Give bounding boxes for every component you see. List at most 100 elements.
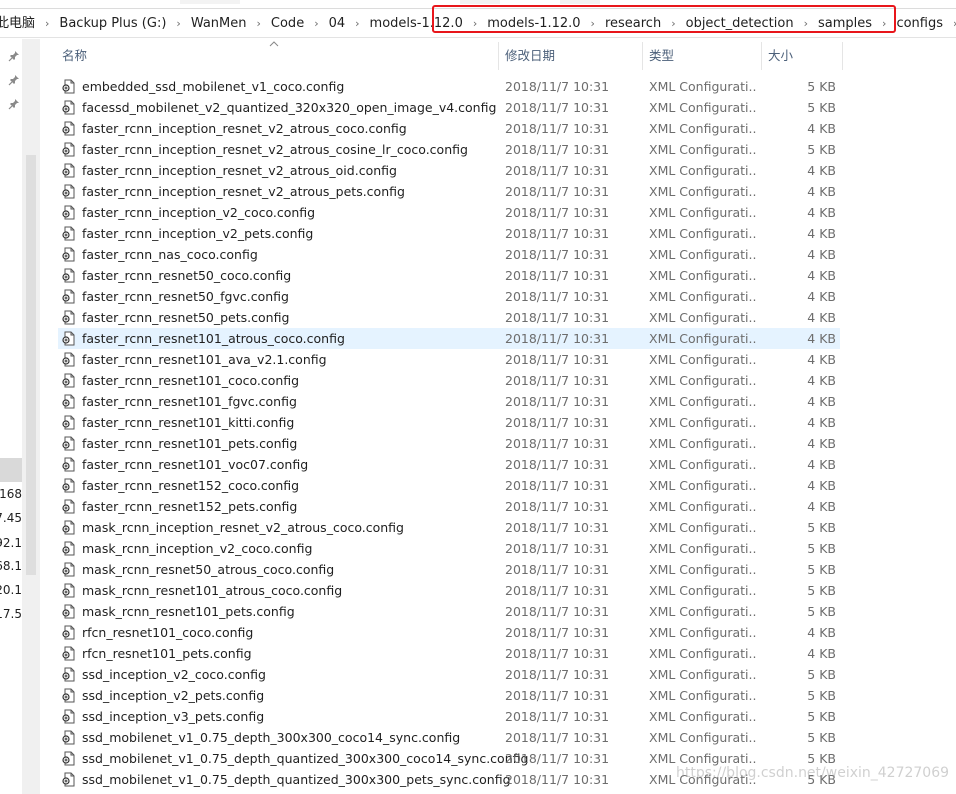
file-row[interactable]: faster_rcnn_resnet101_ava_v2.1.config 201… (58, 349, 840, 370)
navigation-scrollbar-thumb[interactable] (26, 155, 36, 575)
file-row[interactable]: faster_rcnn_resnet50_coco.config 2018/11/… (58, 265, 840, 286)
nav-item-label[interactable]: 168. (0, 487, 22, 501)
breadcrumb-item[interactable]: 04 (323, 9, 352, 38)
config-file-icon (62, 709, 76, 724)
file-row[interactable]: faster_rcnn_resnet101_fgvc.config 2018/11… (58, 391, 840, 412)
file-row[interactable]: rfcn_resnet101_pets.config 2018/11/7 10:3… (58, 643, 840, 664)
file-row[interactable]: mask_rcnn_inception_v2_coco.config 2018/1… (58, 538, 840, 559)
file-name: mask_rcnn_inception_v2_coco.config (82, 541, 313, 556)
breadcrumb-chevron-icon[interactable]: › (172, 9, 184, 38)
file-name: ssd_mobilenet_v1_0.75_depth_quantized_30… (82, 772, 511, 787)
breadcrumb-item[interactable]: samples (812, 9, 878, 38)
file-type: XML Configurati... (649, 331, 757, 346)
file-name: faster_rcnn_resnet101_fgvc.config (82, 394, 297, 409)
file-row[interactable]: ssd_inception_v2_coco.config 2018/11/7 10… (58, 664, 840, 685)
file-row[interactable]: faster_rcnn_inception_v2_coco.config 2018… (58, 202, 840, 223)
column-divider[interactable] (642, 42, 643, 70)
file-modified-date: 2018/11/7 10:31 (505, 730, 610, 745)
file-row[interactable]: rfcn_resnet101_coco.config 2018/11/7 10:3… (58, 622, 840, 643)
file-row[interactable]: faster_rcnn_resnet101_kitti.config 2018/1… (58, 412, 840, 433)
file-name: mask_rcnn_inception_resnet_v2_atrous_coc… (82, 520, 404, 535)
breadcrumb-chevron-icon[interactable]: › (41, 9, 53, 38)
file-row[interactable]: faster_rcnn_inception_v2_pets.config 2018… (58, 223, 840, 244)
nav-item-selected[interactable] (0, 458, 22, 482)
file-row[interactable]: mask_rcnn_resnet50_atrous_coco.config 201… (58, 559, 840, 580)
breadcrumb-item[interactable]: object_detection (680, 9, 800, 38)
file-row[interactable]: faster_rcnn_resnet101_pets.config 2018/11… (58, 433, 840, 454)
breadcrumb-chevron-icon[interactable]: › (469, 9, 481, 38)
column-header-date[interactable]: 修改日期 (505, 39, 555, 71)
file-name: ssd_mobilenet_v1_0.75_depth_quantized_30… (82, 751, 529, 766)
file-name: faster_rcnn_inception_resnet_v2_atrous_c… (82, 121, 407, 136)
column-header-type[interactable]: 类型 (649, 39, 674, 71)
config-file-icon (62, 499, 76, 514)
file-type: XML Configurati... (649, 415, 757, 430)
file-modified-date: 2018/11/7 10:31 (505, 667, 610, 682)
file-modified-date: 2018/11/7 10:31 (505, 289, 610, 304)
breadcrumb-item[interactable]: models-1.12.0 (481, 9, 586, 38)
file-row[interactable]: embedded_ssd_mobilenet_v1_coco.config 201… (58, 76, 840, 97)
file-row[interactable]: faster_rcnn_resnet152_pets.config 2018/11… (58, 496, 840, 517)
file-row[interactable]: ssd_mobilenet_v1_0.75_depth_300x300_coco… (58, 727, 840, 748)
file-type: XML Configurati... (649, 709, 757, 724)
column-divider[interactable] (761, 42, 762, 70)
file-row[interactable]: faster_rcnn_resnet101_voc07.config 2018/1… (58, 454, 840, 475)
file-name: mask_rcnn_resnet50_atrous_coco.config (82, 562, 335, 577)
file-row[interactable]: faster_rcnn_inception_resnet_v2_atrous_o… (58, 160, 840, 181)
breadcrumb-chevron-icon[interactable]: › (800, 9, 812, 38)
file-row[interactable]: mask_rcnn_inception_resnet_v2_atrous_coc… (58, 517, 840, 538)
file-row[interactable]: ssd_inception_v3_pets.config 2018/11/7 10… (58, 706, 840, 727)
nav-item-label[interactable]: 7.45 (0, 511, 22, 525)
pin-icon[interactable] (8, 98, 20, 110)
nav-item-label[interactable]: 68.1 (0, 559, 22, 573)
config-file-icon (62, 415, 76, 430)
file-size: 5 KB (807, 541, 836, 556)
nav-item-label[interactable]: 92.1 (0, 536, 22, 550)
breadcrumb-item[interactable]: configs (890, 9, 949, 38)
file-row[interactable]: faster_rcnn_inception_resnet_v2_atrous_c… (58, 139, 840, 160)
file-row[interactable]: faster_rcnn_inception_resnet_v2_atrous_p… (58, 181, 840, 202)
ribbon-tab-edge (460, 0, 500, 4)
breadcrumb-item[interactable]: WanMen (185, 9, 253, 38)
file-modified-date: 2018/11/7 10:31 (505, 373, 610, 388)
breadcrumb-item[interactable]: Backup Plus (G:) (53, 9, 172, 38)
breadcrumb-chevron-icon[interactable]: › (949, 9, 956, 38)
nav-item-label[interactable]: 20.1 (0, 583, 22, 597)
breadcrumb-chevron-icon[interactable]: › (587, 9, 599, 38)
file-row[interactable]: faster_rcnn_resnet101_atrous_coco.config… (58, 328, 840, 349)
file-modified-date: 2018/11/7 10:31 (505, 205, 610, 220)
file-row[interactable]: mask_rcnn_resnet101_pets.config 2018/11/7… (58, 601, 840, 622)
column-divider[interactable] (842, 42, 843, 70)
breadcrumb-item[interactable]: 此电脑 (0, 9, 41, 38)
file-type: XML Configurati... (649, 604, 757, 619)
file-modified-date: 2018/11/7 10:31 (505, 541, 610, 556)
column-divider[interactable] (498, 42, 499, 70)
column-header-name[interactable]: 名称 (62, 39, 87, 71)
file-name: faster_rcnn_inception_v2_pets.config (82, 226, 314, 241)
breadcrumb-chevron-icon[interactable]: › (253, 9, 265, 38)
file-type: XML Configurati... (649, 730, 757, 745)
breadcrumb-item[interactable]: Code (265, 9, 310, 38)
file-row[interactable]: faster_rcnn_resnet101_coco.config 2018/11… (58, 370, 840, 391)
file-row[interactable]: ssd_inception_v2_pets.config 2018/11/7 10… (58, 685, 840, 706)
file-row[interactable]: mask_rcnn_resnet101_atrous_coco.config 20… (58, 580, 840, 601)
file-row[interactable]: faster_rcnn_resnet152_coco.config 2018/11… (58, 475, 840, 496)
file-row[interactable]: faster_rcnn_nas_coco.config 2018/11/7 10:… (58, 244, 840, 265)
pin-icon[interactable] (8, 74, 20, 86)
breadcrumb-chevron-icon[interactable]: › (310, 9, 322, 38)
breadcrumb-item[interactable]: models-1.12.0 (364, 9, 469, 38)
config-file-icon (62, 772, 76, 787)
breadcrumb-chevron-icon[interactable]: › (878, 9, 890, 38)
breadcrumb-item[interactable]: research (599, 9, 667, 38)
nav-item-label[interactable]: 17.5 (0, 607, 22, 621)
file-row[interactable]: faster_rcnn_resnet50_fgvc.config 2018/11/… (58, 286, 840, 307)
address-bar[interactable]: 此电脑 › Backup Plus (G:) › WanMen › Code › 04 › mode… (0, 8, 956, 38)
breadcrumb-chevron-icon[interactable]: › (667, 9, 679, 38)
breadcrumb-chevron-icon[interactable]: › (351, 9, 363, 38)
file-row[interactable]: faster_rcnn_inception_resnet_v2_atrous_c… (58, 118, 840, 139)
pin-icon[interactable] (8, 50, 20, 62)
column-header-size[interactable]: 大小 (768, 39, 793, 71)
file-row[interactable]: faster_rcnn_resnet50_pets.config 2018/11/… (58, 307, 840, 328)
file-type: XML Configurati... (649, 394, 757, 409)
file-row[interactable]: facessd_mobilenet_v2_quantized_320x320_o… (58, 97, 840, 118)
